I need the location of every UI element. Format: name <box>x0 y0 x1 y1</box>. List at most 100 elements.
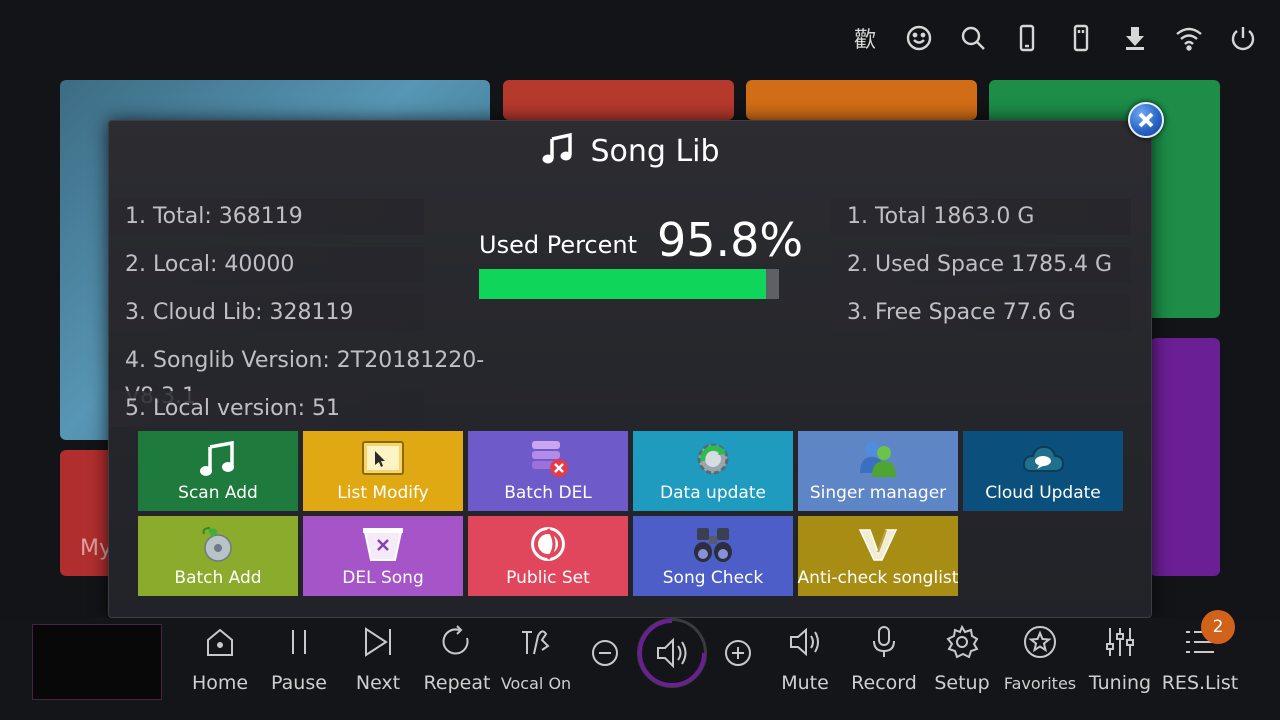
home-button[interactable]: Home <box>180 618 260 708</box>
search-icon[interactable] <box>958 18 988 58</box>
song-lib-dialog: Song Lib 1. Total: 368119 2. Local: 4000… <box>108 120 1152 618</box>
cloud-update-icon <box>1021 439 1065 479</box>
next-label: Next <box>355 672 401 694</box>
dialog-title: Song Lib <box>590 133 720 169</box>
res-list-badge: 2 <box>1201 610 1235 644</box>
setup-label: Setup <box>934 672 990 694</box>
repeat-label: Repeat <box>423 672 491 694</box>
info-cloud-lib: 3. Cloud Lib: 328119 <box>109 295 424 331</box>
cloud-update-label: Cloud Update <box>985 483 1101 503</box>
batch-del-button[interactable]: Batch DEL <box>468 431 628 511</box>
song-check-label: Song Check <box>662 568 764 588</box>
usb-icon[interactable] <box>1066 18 1096 58</box>
music-note-icon <box>196 439 240 479</box>
batch-del-icon <box>526 439 570 479</box>
volume-down-button[interactable] <box>590 638 620 668</box>
volume-up-button[interactable] <box>723 638 753 668</box>
mute-button[interactable]: Mute <box>765 618 845 708</box>
anti-check-songlist-label: Anti-check songlist <box>797 568 959 588</box>
background-orange-tile <box>746 80 977 120</box>
vocal-on-label: Vocal On <box>500 674 572 693</box>
list-modify-icon <box>361 439 405 479</box>
record-label: Record <box>851 672 917 694</box>
anti-check-icon <box>856 524 900 564</box>
info-total: 1. Total: 368119 <box>109 199 424 235</box>
scan-add-button[interactable]: Scan Add <box>138 431 298 511</box>
close-button[interactable] <box>1128 102 1164 138</box>
microphone-icon <box>873 626 895 657</box>
music-note-icon <box>540 131 576 171</box>
karaoke-glyph: 歡 <box>853 28 876 53</box>
list-modify-label: List Modify <box>337 483 429 503</box>
video-preview[interactable] <box>32 624 162 700</box>
song-check-button[interactable]: Song Check <box>633 516 793 596</box>
data-update-icon <box>691 439 735 479</box>
info-local: 2. Local: 40000 <box>109 247 424 283</box>
singer-manager-label: Singer manager <box>809 483 947 503</box>
used-percent-label: Used Percent <box>479 231 638 259</box>
pause-icon <box>292 630 306 654</box>
public-set-button[interactable]: Public Set <box>468 516 628 596</box>
close-icon <box>1138 112 1154 128</box>
tuning-icon <box>1106 628 1134 656</box>
record-button[interactable]: Record <box>844 618 924 708</box>
data-update-button[interactable]: Data update <box>633 431 793 511</box>
used-progress-bar <box>479 269 779 299</box>
batch-add-button[interactable]: Batch Add <box>138 516 298 596</box>
home-icon <box>207 628 233 656</box>
bottom-bar: Home Pause Next Repeat Vocal On Mute Rec… <box>0 610 1280 720</box>
favorites-button[interactable]: Favorites <box>1000 618 1080 708</box>
mute-label: Mute <box>781 672 829 694</box>
background-purple-tile <box>1150 338 1220 576</box>
binoculars-icon <box>691 524 735 564</box>
info-songlib-version: 4. Songlib Version: 2T20181220-V8.3.1 <box>125 348 485 409</box>
favorites-label: Favorites <box>1003 674 1077 693</box>
singer-manager-icon <box>856 439 900 479</box>
karaoke-glyph-icon[interactable]: 歡 <box>850 18 880 58</box>
vocal-icon <box>522 630 550 655</box>
status-bar: 歡 <box>850 18 1258 58</box>
next-icon <box>365 627 391 657</box>
used-percent-value: 95.8% <box>657 213 804 267</box>
cloud-update-button[interactable]: Cloud Update <box>963 431 1123 511</box>
vocal-on-button[interactable]: Vocal On <box>496 618 576 708</box>
singer-manager-button[interactable]: Singer manager <box>798 431 958 511</box>
storage-used: 2. Used Space 1785.4 G <box>831 247 1131 283</box>
setup-button[interactable]: Setup <box>922 618 1002 708</box>
scan-add-label: Scan Add <box>178 483 258 503</box>
used-progress-fill <box>479 269 767 299</box>
del-song-label: DEL Song <box>342 568 424 588</box>
repeat-button[interactable]: Repeat <box>417 618 497 708</box>
data-update-label: Data update <box>660 483 766 503</box>
next-button[interactable]: Next <box>338 618 418 708</box>
phone-icon[interactable] <box>1012 18 1042 58</box>
del-song-button[interactable]: DEL Song <box>303 516 463 596</box>
tuning-button[interactable]: Tuning <box>1080 618 1160 708</box>
list-modify-button[interactable]: List Modify <box>303 431 463 511</box>
speaker-icon <box>790 627 819 657</box>
storage-total: 1. Total 1863.0 G <box>831 199 1131 235</box>
volume-ring <box>638 619 706 687</box>
power-icon[interactable] <box>1228 18 1258 58</box>
home-label: Home <box>191 672 249 694</box>
star-icon <box>1024 626 1056 658</box>
info-local-version: 5. Local version: 51 <box>109 391 424 427</box>
public-set-icon <box>526 524 570 564</box>
dialog-title-row: Song Lib <box>109 131 1151 171</box>
public-set-label: Public Set <box>506 568 590 588</box>
del-song-icon <box>361 524 405 564</box>
batch-del-label: Batch DEL <box>504 483 592 503</box>
pause-button[interactable]: Pause <box>259 618 339 708</box>
smile-icon[interactable] <box>904 18 934 58</box>
batch-add-label: Batch Add <box>174 568 262 588</box>
plus-icon <box>725 640 751 666</box>
download-icon[interactable] <box>1120 18 1150 58</box>
pause-label: Pause <box>271 672 327 694</box>
gear-icon <box>946 624 979 659</box>
batch-add-icon <box>196 524 240 564</box>
minus-icon <box>592 640 618 666</box>
wifi-icon[interactable] <box>1174 18 1204 58</box>
anti-check-songlist-button[interactable]: Anti-check songlist <box>798 516 958 596</box>
volume-knob[interactable] <box>637 618 707 688</box>
background-red-tile <box>503 80 734 120</box>
